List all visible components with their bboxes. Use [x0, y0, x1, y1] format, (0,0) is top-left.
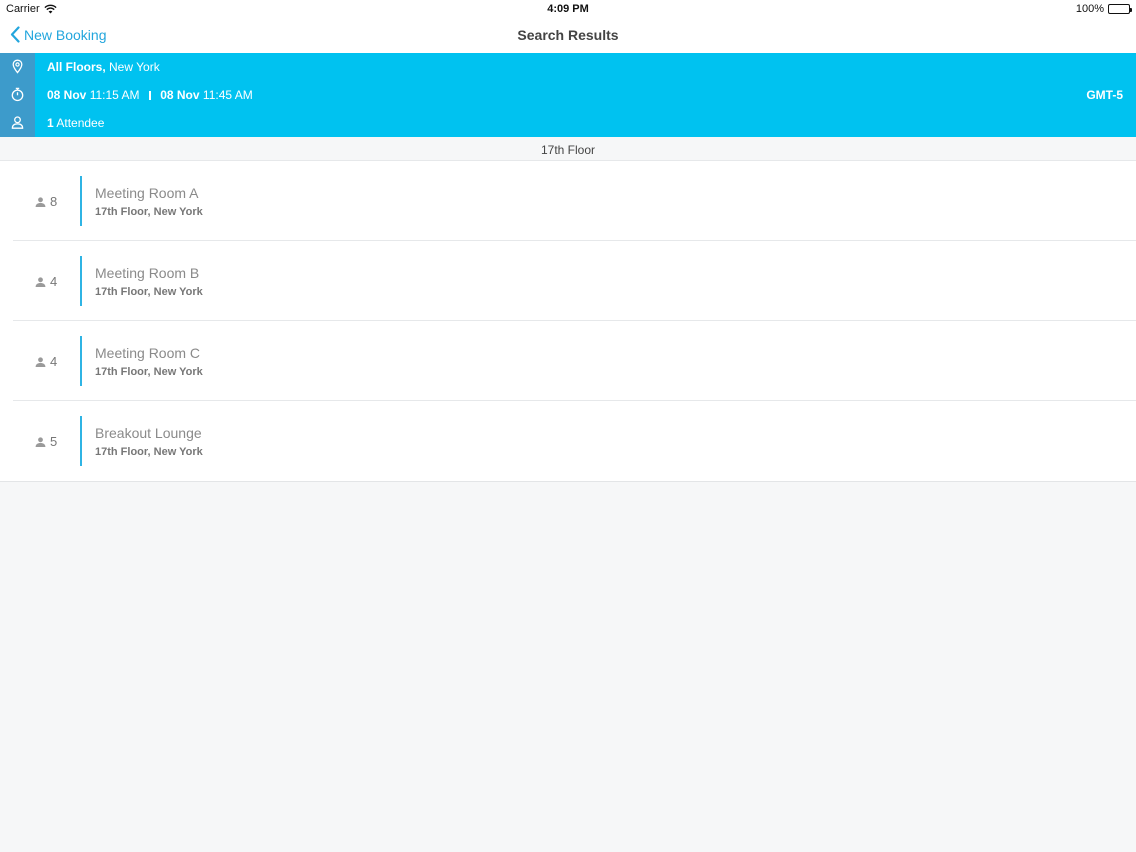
range-separator — [148, 91, 151, 100]
end-time: 11:45 AM — [202, 88, 253, 102]
room-location: 17th Floor, New York — [95, 366, 203, 378]
room-row[interactable]: 5 Breakout Lounge 17th Floor, New York — [0, 401, 1136, 481]
battery-percent: 100% — [1075, 3, 1104, 15]
room-capacity: 5 — [35, 434, 57, 449]
capacity-count: 8 — [50, 194, 58, 209]
capacity-count: 4 — [50, 354, 58, 369]
person-icon — [35, 436, 46, 447]
person-icon — [11, 116, 24, 129]
person-icon — [35, 196, 46, 207]
room-accent-bar — [80, 256, 82, 306]
summary-city: New York — [109, 60, 160, 74]
room-name: Meeting Room A — [95, 185, 199, 201]
room-capacity: 4 — [35, 354, 57, 369]
room-accent-bar — [80, 336, 82, 386]
section-header: 17th Floor — [0, 137, 1136, 161]
search-summary[interactable]: All Floors, New York 08 Nov 11:15 AM 08 … — [0, 53, 1136, 137]
room-location: 17th Floor, New York — [95, 446, 203, 458]
summary-time-row[interactable]: 08 Nov 11:15 AM 08 Nov 11:45 AM GMT-5 — [0, 81, 1136, 109]
summary-attendee-row[interactable]: 1 Attendee — [0, 109, 1136, 137]
status-time: 4:09 PM — [547, 3, 589, 15]
room-list: 8 Meeting Room A 17th Floor, New York 4 … — [0, 161, 1136, 482]
room-row[interactable]: 4 Meeting Room B 17th Floor, New York — [0, 241, 1136, 321]
capacity-count: 4 — [50, 274, 58, 289]
room-row[interactable]: 4 Meeting Room C 17th Floor, New York — [0, 321, 1136, 401]
summary-time-range: 08 Nov 11:15 AM 08 Nov 11:45 AM — [47, 88, 253, 102]
timezone-label: GMT-5 — [1086, 88, 1123, 102]
summary-location-row[interactable]: All Floors, New York — [0, 53, 1136, 81]
room-name: Meeting Room B — [95, 265, 200, 281]
status-bar: Carrier 4:09 PM 100% — [0, 0, 1136, 18]
room-capacity: 8 — [35, 194, 57, 209]
page-title: Search Results — [517, 27, 619, 43]
room-name: Breakout Lounge — [95, 425, 202, 441]
room-row[interactable]: 8 Meeting Room A 17th Floor, New York — [0, 161, 1136, 241]
room-accent-bar — [80, 416, 82, 466]
summary-floors: All Floors, — [47, 60, 106, 74]
battery-indicator: 100% — [1075, 3, 1132, 15]
capacity-count: 5 — [50, 434, 58, 449]
start-date: 08 Nov — [47, 88, 87, 102]
room-accent-bar — [80, 176, 82, 226]
room-capacity: 4 — [35, 274, 57, 289]
summary-location: All Floors, New York — [47, 60, 160, 74]
stopwatch-icon — [11, 87, 24, 102]
map-pin-icon — [12, 59, 23, 74]
navigation-bar: New Booking Search Results — [0, 18, 1136, 53]
room-location: 17th Floor, New York — [95, 206, 203, 218]
person-icon — [35, 276, 46, 287]
start-time: 11:15 AM — [89, 88, 140, 102]
room-name: Meeting Room C — [95, 345, 201, 361]
battery-icon — [1108, 4, 1132, 14]
room-location: 17th Floor, New York — [95, 286, 203, 298]
person-icon — [35, 356, 46, 367]
summary-attendees: 1 Attendee — [47, 116, 104, 130]
attendee-count: 1 — [47, 116, 54, 130]
end-date: 08 Nov — [160, 88, 200, 102]
attendee-label: Attendee — [56, 116, 105, 130]
